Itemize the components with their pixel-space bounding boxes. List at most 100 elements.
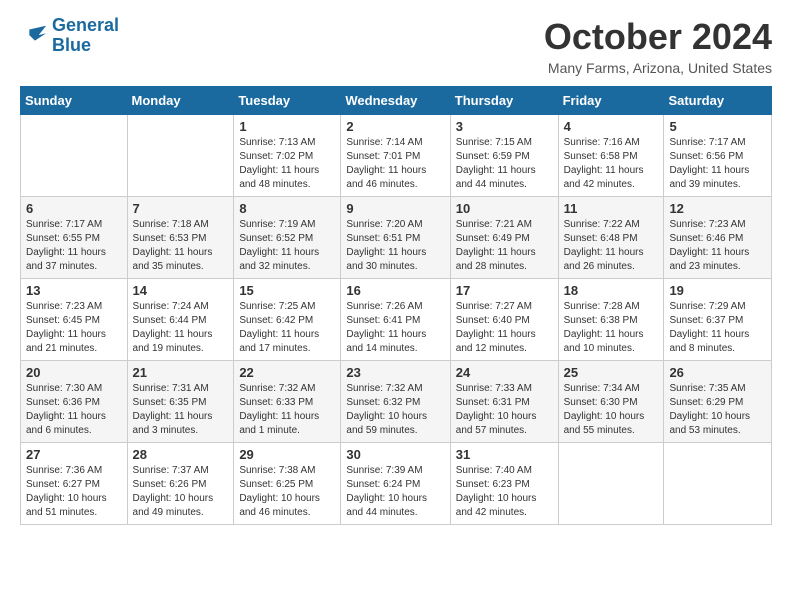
day-info: Sunrise: 7:36 AM Sunset: 6:27 PM Dayligh… xyxy=(26,464,122,520)
day-number: 13 xyxy=(26,283,122,298)
day-info: Sunrise: 7:15 AM Sunset: 6:59 PM Dayligh… xyxy=(456,136,553,192)
calendar: Sunday Monday Tuesday Wednesday Thursday… xyxy=(20,86,772,525)
day-number: 24 xyxy=(456,365,553,380)
day-info: Sunrise: 7:39 AM Sunset: 6:24 PM Dayligh… xyxy=(346,464,444,520)
calendar-cell xyxy=(664,443,772,525)
calendar-cell: 1Sunrise: 7:13 AM Sunset: 7:02 PM Daylig… xyxy=(234,115,341,197)
calendar-cell xyxy=(127,115,234,197)
calendar-cell: 3 Sunrise: 7:15 AM Sunset: 6:59 PM Daylig… xyxy=(450,115,558,197)
day-number: 17 xyxy=(456,283,553,298)
logo-icon xyxy=(20,22,48,50)
calendar-cell: 21Sunrise: 7:31 AM Sunset: 6:35 PM Dayli… xyxy=(127,361,234,443)
day-number: 3 xyxy=(456,119,553,134)
day-info: Sunrise: 7:18 AM Sunset: 6:53 PM Dayligh… xyxy=(133,218,229,274)
col-monday: Monday xyxy=(127,87,234,115)
calendar-header-row: Sunday Monday Tuesday Wednesday Thursday… xyxy=(21,87,772,115)
calendar-cell: 17 Sunrise: 7:27 AM Sunset: 6:40 PM Dayli… xyxy=(450,279,558,361)
day-info: Sunrise: 7:23 AM Sunset: 6:46 PM Dayligh… xyxy=(669,218,766,274)
col-thursday: Thursday xyxy=(450,87,558,115)
day-info: Sunrise: 7:30 AM Sunset: 6:36 PM Dayligh… xyxy=(26,382,122,438)
calendar-week-row: 1Sunrise: 7:13 AM Sunset: 7:02 PM Daylig… xyxy=(21,115,772,197)
calendar-cell: 15 Sunrise: 7:25 AM Sunset: 6:42 PM Dayli… xyxy=(234,279,341,361)
day-number: 8 xyxy=(239,201,335,216)
day-number: 23 xyxy=(346,365,444,380)
calendar-cell: 10 Sunrise: 7:21 AM Sunset: 6:49 PM Dayli… xyxy=(450,197,558,279)
calendar-cell: 19 Sunrise: 7:29 AM Sunset: 6:37 PM Dayli… xyxy=(664,279,772,361)
day-number: 4 xyxy=(564,119,659,134)
calendar-cell: 6Sunrise: 7:17 AM Sunset: 6:55 PM Daylig… xyxy=(21,197,128,279)
day-number: 1 xyxy=(239,119,335,134)
day-info: Sunrise: 7:25 AM Sunset: 6:42 PM Dayligh… xyxy=(239,300,335,356)
day-number: 11 xyxy=(564,201,659,216)
calendar-cell: 14 Sunrise: 7:24 AM Sunset: 6:44 PM Dayli… xyxy=(127,279,234,361)
day-number: 14 xyxy=(133,283,229,298)
logo-blue: Blue xyxy=(52,35,91,55)
calendar-cell: 11 Sunrise: 7:22 AM Sunset: 6:48 PM Dayli… xyxy=(558,197,664,279)
calendar-week-row: 6Sunrise: 7:17 AM Sunset: 6:55 PM Daylig… xyxy=(21,197,772,279)
calendar-cell: 30 Sunrise: 7:39 AM Sunset: 6:24 PM Dayli… xyxy=(341,443,450,525)
day-info: Sunrise: 7:34 AM Sunset: 6:30 PM Dayligh… xyxy=(564,382,659,438)
logo-text: General Blue xyxy=(52,16,119,56)
calendar-cell: 31 Sunrise: 7:40 AM Sunset: 6:23 PM Dayli… xyxy=(450,443,558,525)
calendar-cell: 29 Sunrise: 7:38 AM Sunset: 6:25 PM Dayli… xyxy=(234,443,341,525)
calendar-cell: 16 Sunrise: 7:26 AM Sunset: 6:41 PM Dayli… xyxy=(341,279,450,361)
day-info: Sunrise: 7:27 AM Sunset: 6:40 PM Dayligh… xyxy=(456,300,553,356)
day-info: Sunrise: 7:21 AM Sunset: 6:49 PM Dayligh… xyxy=(456,218,553,274)
day-info: Sunrise: 7:29 AM Sunset: 6:37 PM Dayligh… xyxy=(669,300,766,356)
header: General Blue October 2024 Many Farms, Ar… xyxy=(20,16,772,76)
calendar-cell: 12 Sunrise: 7:23 AM Sunset: 6:46 PM Dayli… xyxy=(664,197,772,279)
day-number: 22 xyxy=(239,365,335,380)
day-number: 5 xyxy=(669,119,766,134)
day-number: 18 xyxy=(564,283,659,298)
col-wednesday: Wednesday xyxy=(341,87,450,115)
day-info: Sunrise: 7:32 AM Sunset: 6:32 PM Dayligh… xyxy=(346,382,444,438)
day-info: Sunrise: 7:38 AM Sunset: 6:25 PM Dayligh… xyxy=(239,464,335,520)
day-number: 21 xyxy=(133,365,229,380)
day-info: Sunrise: 7:37 AM Sunset: 6:26 PM Dayligh… xyxy=(133,464,229,520)
day-info: Sunrise: 7:32 AM Sunset: 6:33 PM Dayligh… xyxy=(239,382,335,438)
day-info: Sunrise: 7:40 AM Sunset: 6:23 PM Dayligh… xyxy=(456,464,553,520)
day-number: 16 xyxy=(346,283,444,298)
logo-general: General xyxy=(52,15,119,35)
calendar-cell: 4 Sunrise: 7:16 AM Sunset: 6:58 PM Daylig… xyxy=(558,115,664,197)
day-number: 27 xyxy=(26,447,122,462)
calendar-cell: 7 Sunrise: 7:18 AM Sunset: 6:53 PM Daylig… xyxy=(127,197,234,279)
calendar-cell: 20Sunrise: 7:30 AM Sunset: 6:36 PM Dayli… xyxy=(21,361,128,443)
calendar-cell: 23 Sunrise: 7:32 AM Sunset: 6:32 PM Dayli… xyxy=(341,361,450,443)
calendar-cell: 26 Sunrise: 7:35 AM Sunset: 6:29 PM Dayli… xyxy=(664,361,772,443)
day-info: Sunrise: 7:17 AM Sunset: 6:56 PM Dayligh… xyxy=(669,136,766,192)
calendar-cell: 25 Sunrise: 7:34 AM Sunset: 6:30 PM Dayli… xyxy=(558,361,664,443)
calendar-cell: 22 Sunrise: 7:32 AM Sunset: 6:33 PM Dayli… xyxy=(234,361,341,443)
day-number: 29 xyxy=(239,447,335,462)
day-info: Sunrise: 7:16 AM Sunset: 6:58 PM Dayligh… xyxy=(564,136,659,192)
logo: General Blue xyxy=(20,16,119,56)
calendar-cell: 27 Sunrise: 7:36 AM Sunset: 6:27 PM Dayli… xyxy=(21,443,128,525)
day-info: Sunrise: 7:24 AM Sunset: 6:44 PM Dayligh… xyxy=(133,300,229,356)
title-area: October 2024 Many Farms, Arizona, United… xyxy=(544,16,772,76)
day-number: 30 xyxy=(346,447,444,462)
day-number: 7 xyxy=(133,201,229,216)
day-number: 12 xyxy=(669,201,766,216)
day-number: 26 xyxy=(669,365,766,380)
day-info: Sunrise: 7:33 AM Sunset: 6:31 PM Dayligh… xyxy=(456,382,553,438)
calendar-cell: 8Sunrise: 7:19 AM Sunset: 6:52 PM Daylig… xyxy=(234,197,341,279)
location: Many Farms, Arizona, United States xyxy=(544,60,772,76)
month-title: October 2024 xyxy=(544,16,772,58)
day-number: 19 xyxy=(669,283,766,298)
calendar-cell: 9Sunrise: 7:20 AM Sunset: 6:51 PM Daylig… xyxy=(341,197,450,279)
calendar-cell: 24 Sunrise: 7:33 AM Sunset: 6:31 PM Dayli… xyxy=(450,361,558,443)
calendar-cell: 2Sunrise: 7:14 AM Sunset: 7:01 PM Daylig… xyxy=(341,115,450,197)
calendar-cell: 28Sunrise: 7:37 AM Sunset: 6:26 PM Dayli… xyxy=(127,443,234,525)
day-number: 10 xyxy=(456,201,553,216)
calendar-cell: 5 Sunrise: 7:17 AM Sunset: 6:56 PM Daylig… xyxy=(664,115,772,197)
day-number: 2 xyxy=(346,119,444,134)
day-info: Sunrise: 7:22 AM Sunset: 6:48 PM Dayligh… xyxy=(564,218,659,274)
day-number: 31 xyxy=(456,447,553,462)
day-info: Sunrise: 7:26 AM Sunset: 6:41 PM Dayligh… xyxy=(346,300,444,356)
day-number: 15 xyxy=(239,283,335,298)
calendar-cell: 18Sunrise: 7:28 AM Sunset: 6:38 PM Dayli… xyxy=(558,279,664,361)
day-info: Sunrise: 7:35 AM Sunset: 6:29 PM Dayligh… xyxy=(669,382,766,438)
day-number: 25 xyxy=(564,365,659,380)
page: General Blue October 2024 Many Farms, Ar… xyxy=(0,0,792,541)
day-info: Sunrise: 7:23 AM Sunset: 6:45 PM Dayligh… xyxy=(26,300,122,356)
